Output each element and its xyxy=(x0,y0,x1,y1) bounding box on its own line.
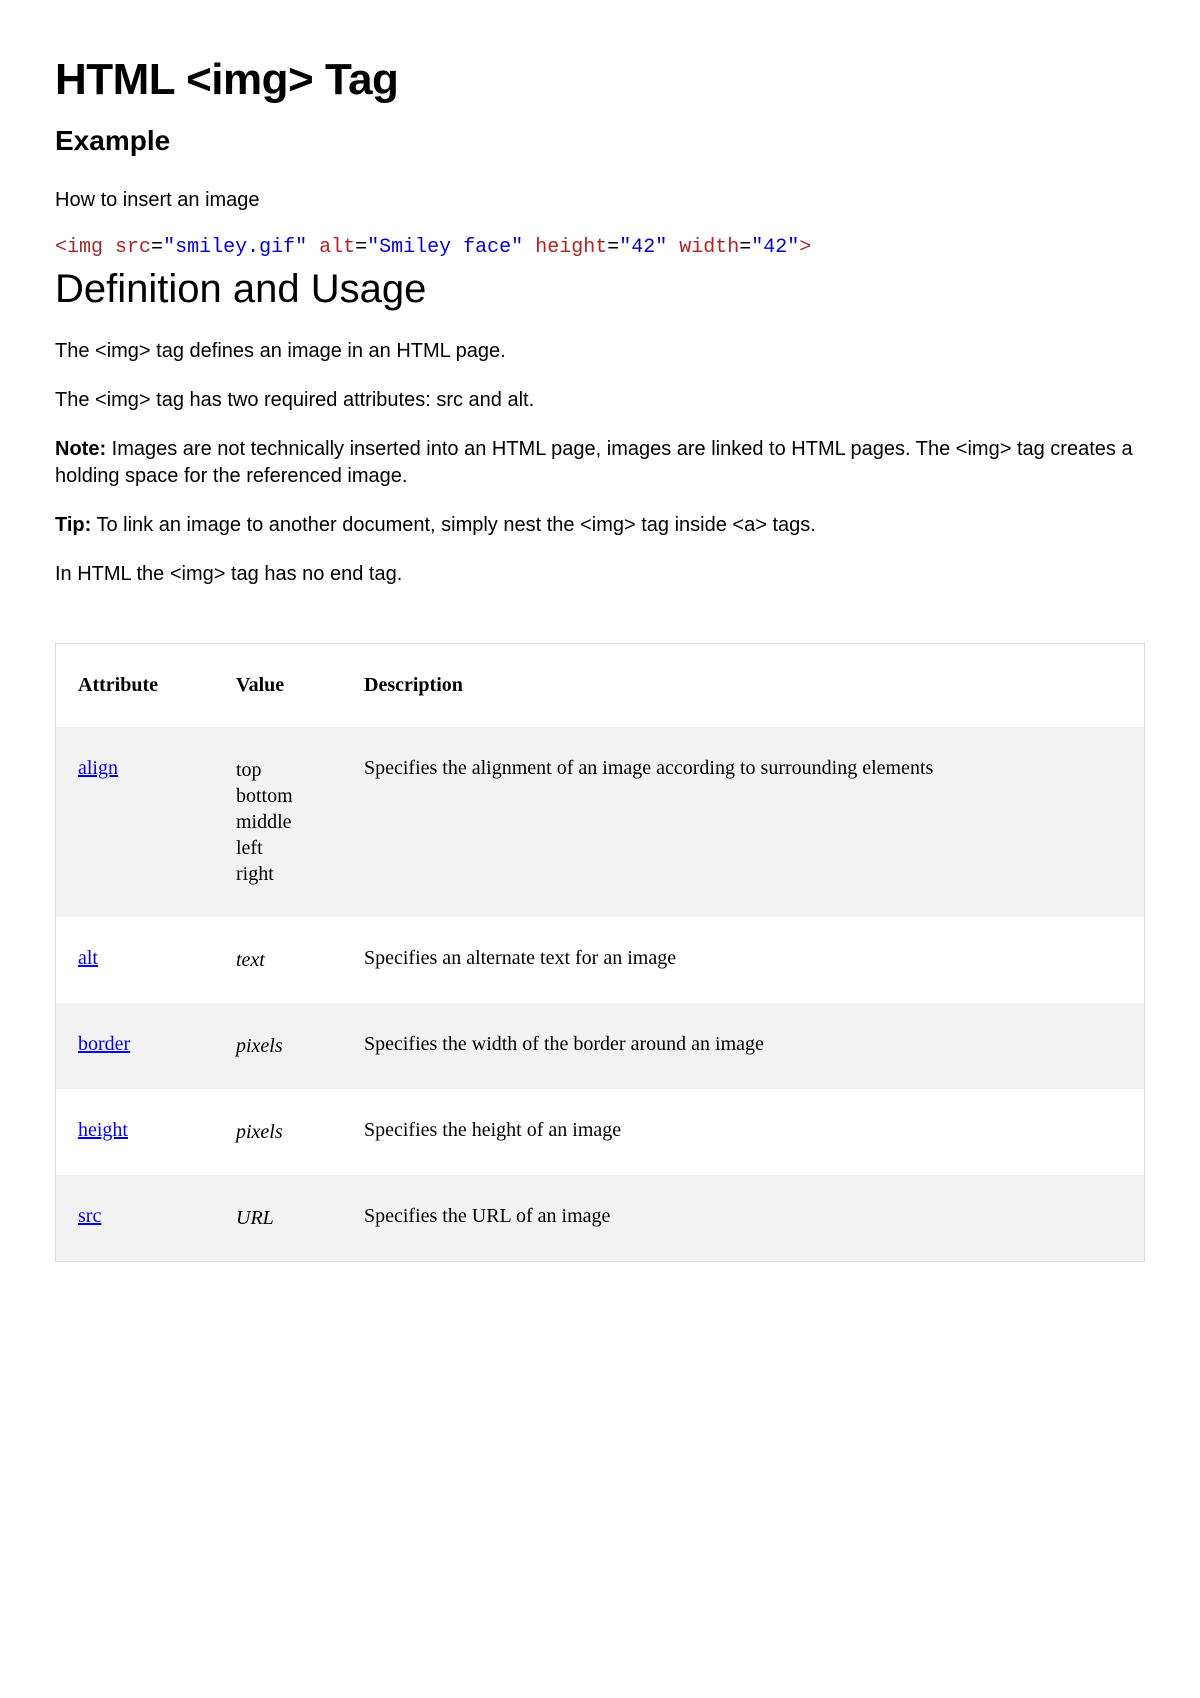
code-attr-name: height xyxy=(535,236,607,259)
value-text: pixels xyxy=(236,1035,283,1057)
code-eq: = xyxy=(151,236,163,259)
definition-note: Note: Images are not technically inserte… xyxy=(55,436,1145,490)
table-row: height pixels Specifies the height of an i… xyxy=(56,1089,1145,1175)
cell-value: topbottommiddleleftright xyxy=(214,727,342,917)
cell-value: text xyxy=(214,917,342,1003)
cell-attribute: src xyxy=(56,1175,215,1262)
code-example: <img src="smiley.gif" alt="Smiley face" … xyxy=(55,236,1145,259)
th-attribute: Attribute xyxy=(56,644,215,728)
code-attr-name: src xyxy=(115,236,151,259)
value-text: URL xyxy=(236,1207,274,1229)
code-tag-close: > xyxy=(799,236,811,259)
cell-description: Specifies the width of the border around… xyxy=(342,1003,1145,1089)
cell-description: Specifies an alternate text for an image xyxy=(342,917,1145,1003)
attribute-link[interactable]: align xyxy=(78,757,118,779)
attribute-link[interactable]: height xyxy=(78,1119,128,1141)
definition-tip: Tip: To link an image to another documen… xyxy=(55,512,1145,539)
code-attr-name: width xyxy=(679,236,739,259)
value-text: pixels xyxy=(236,1121,283,1143)
definition-p1: The <img> tag defines an image in an HTM… xyxy=(55,338,1145,365)
table-header-row: Attribute Value Description xyxy=(56,644,1145,728)
cell-description: Specifies the alignment of an image acco… xyxy=(342,727,1145,917)
note-text: Images are not technically inserted into… xyxy=(55,438,1133,487)
cell-attribute: align xyxy=(56,727,215,917)
example-heading: Example xyxy=(55,125,1145,157)
th-description: Description xyxy=(342,644,1145,728)
th-value: Value xyxy=(214,644,342,728)
code-eq: = xyxy=(355,236,367,259)
code-eq: = xyxy=(607,236,619,259)
table-row: src URL Specifies the URL of an image xyxy=(56,1175,1145,1262)
definition-heading: Definition and Usage xyxy=(55,267,1145,312)
cell-attribute: height xyxy=(56,1089,215,1175)
code-attr-value: "42" xyxy=(751,236,799,259)
definition-p2: The <img> tag has two required attribute… xyxy=(55,387,1145,414)
code-attr-value: "42" xyxy=(619,236,667,259)
example-intro: How to insert an image xyxy=(55,187,1145,214)
tip-label: Tip: xyxy=(55,514,91,536)
cell-value: pixels xyxy=(214,1089,342,1175)
tip-text: To link an image to another document, si… xyxy=(91,514,816,536)
attribute-table: Attribute Value Description align topbott… xyxy=(55,643,1145,1262)
cell-attribute: border xyxy=(56,1003,215,1089)
value-text: text xyxy=(236,949,265,971)
attribute-link[interactable]: alt xyxy=(78,947,98,969)
table-row: align topbottommiddleleftright Specifies t… xyxy=(56,727,1145,917)
note-label: Note: xyxy=(55,438,106,460)
value-text: topbottommiddleleftright xyxy=(236,759,293,885)
cell-value: pixels xyxy=(214,1003,342,1089)
cell-attribute: alt xyxy=(56,917,215,1003)
cell-description: Specifies the URL of an image xyxy=(342,1175,1145,1262)
code-tag-open: <img xyxy=(55,236,103,259)
code-attr-name: alt xyxy=(319,236,355,259)
attribute-link[interactable]: border xyxy=(78,1033,130,1055)
attribute-link[interactable]: src xyxy=(78,1205,101,1227)
table-row: alt text Specifies an alternate text for a… xyxy=(56,917,1145,1003)
cell-description: Specifies the height of an image xyxy=(342,1089,1145,1175)
code-attr-value: "Smiley face" xyxy=(367,236,523,259)
page-title: HTML <img> Tag xyxy=(55,55,1145,105)
code-attr-value: "smiley.gif" xyxy=(163,236,307,259)
code-eq: = xyxy=(739,236,751,259)
table-row: border pixels Specifies the width of the b… xyxy=(56,1003,1145,1089)
definition-p5: In HTML the <img> tag has no end tag. xyxy=(55,561,1145,588)
cell-value: URL xyxy=(214,1175,342,1262)
